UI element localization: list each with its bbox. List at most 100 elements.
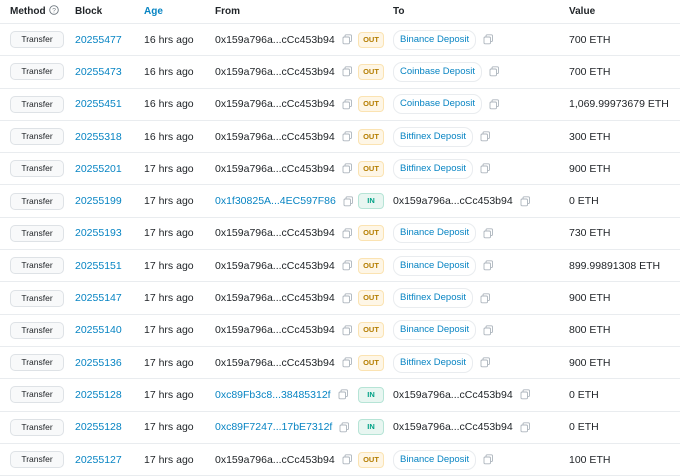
direction-cell: OUT xyxy=(358,444,384,475)
copy-icon[interactable] xyxy=(483,260,494,271)
info-icon[interactable]: ? xyxy=(48,5,59,18)
block-cell: 20255193 xyxy=(75,218,122,249)
copy-icon[interactable] xyxy=(342,260,353,271)
from-cell: 0x159a796a...cCc453b94 xyxy=(215,347,353,378)
copy-icon[interactable] xyxy=(520,389,531,400)
block-link[interactable]: 20255127 xyxy=(75,454,122,466)
method-badge: Transfer xyxy=(10,95,64,113)
copy-icon[interactable] xyxy=(342,66,353,77)
copy-icon[interactable] xyxy=(343,195,354,207)
to-tag[interactable]: Binance Deposit xyxy=(393,320,477,341)
age-text: 17 hrs ago xyxy=(144,388,194,401)
to-tag[interactable]: Coinbase Deposit xyxy=(393,94,482,115)
to-tag[interactable]: Binance Deposit xyxy=(393,255,477,276)
to-tag[interactable]: Binance Deposit xyxy=(393,223,477,244)
block-link[interactable]: 20255199 xyxy=(75,195,122,207)
block-link[interactable]: 20255128 xyxy=(75,389,122,401)
block-link[interactable]: 20255193 xyxy=(75,227,122,239)
value-text: 1,069.99973679 ETH xyxy=(569,98,669,111)
copy-icon[interactable] xyxy=(483,325,494,336)
copy-icon[interactable] xyxy=(342,325,353,336)
copy-icon[interactable] xyxy=(489,66,500,77)
block-link[interactable]: 20255201 xyxy=(75,163,122,175)
to-tag[interactable]: Bitfinex Deposit xyxy=(393,158,474,179)
copy-icon[interactable] xyxy=(480,163,491,174)
block-link[interactable]: 20255451 xyxy=(75,98,122,110)
to-tag[interactable]: Bitfinex Deposit xyxy=(393,288,474,309)
from-address[interactable]: 0x1f30825A...4EC597F86 xyxy=(215,195,336,207)
method-badge: Transfer xyxy=(10,63,64,81)
to-tag[interactable]: Bitfinex Deposit xyxy=(393,126,474,147)
direction-badge: OUT xyxy=(358,160,384,177)
header-from-label: From xyxy=(215,6,240,17)
table-row: Transfer 20255473 16 hrs ago 0x159a796a.… xyxy=(0,56,680,89)
value-text: 900 ETH xyxy=(569,292,611,305)
from-cell: 0x159a796a...cCc453b94 xyxy=(215,315,353,346)
age-cell: 17 hrs ago xyxy=(144,315,194,346)
value-cell: 900 ETH xyxy=(569,153,610,184)
copy-icon[interactable] xyxy=(342,163,353,174)
from-address: 0x159a796a...cCc453b94 xyxy=(215,453,335,466)
value-cell: 900 ETH xyxy=(569,347,610,378)
direction-cell: OUT xyxy=(358,218,384,249)
header-method: Method ? xyxy=(10,0,59,23)
copy-icon[interactable] xyxy=(480,292,491,304)
to-address: 0x159a796a...cCc453b94 xyxy=(393,195,513,208)
block-link[interactable]: 20255473 xyxy=(75,66,122,78)
age-text: 17 hrs ago xyxy=(144,292,194,305)
table-row: Transfer 20255128 17 hrs ago 0xc89F7247.… xyxy=(0,412,680,444)
table-row: Transfer 20255199 17 hrs ago 0x1f30825A.… xyxy=(0,185,680,218)
method-cell: Transfer xyxy=(10,121,64,152)
direction-badge: IN xyxy=(358,419,384,436)
method-cell: Transfer xyxy=(10,250,64,281)
block-link[interactable]: 20255318 xyxy=(75,131,122,143)
direction-cell: OUT xyxy=(358,282,384,313)
to-tag[interactable]: Coinbase Deposit xyxy=(393,61,482,82)
age-cell: 16 hrs ago xyxy=(144,121,194,152)
copy-icon[interactable] xyxy=(342,131,353,142)
value-text: 0 ETH xyxy=(569,195,599,208)
header-age[interactable]: Age xyxy=(144,0,163,23)
copy-icon[interactable] xyxy=(342,34,353,45)
table-row: Transfer 20255318 16 hrs ago 0x159a796a.… xyxy=(0,121,680,154)
copy-icon[interactable] xyxy=(520,422,531,433)
from-address: 0x159a796a...cCc453b94 xyxy=(215,356,335,369)
from-cell: 0x159a796a...cCc453b94 xyxy=(215,89,353,120)
copy-icon[interactable] xyxy=(339,422,350,433)
block-link[interactable]: 20255128 xyxy=(75,421,122,433)
block-link[interactable]: 20255151 xyxy=(75,260,122,272)
block-link[interactable]: 20255140 xyxy=(75,324,122,336)
copy-icon[interactable] xyxy=(480,131,491,142)
copy-icon[interactable] xyxy=(338,389,349,400)
from-address[interactable]: 0xc89F7247...17bE7312f xyxy=(215,421,332,433)
block-link[interactable]: 20255477 xyxy=(75,34,122,46)
age-cell: 17 hrs ago xyxy=(144,444,194,475)
copy-icon[interactable] xyxy=(342,292,353,304)
copy-icon[interactable] xyxy=(480,357,491,368)
copy-icon[interactable] xyxy=(342,99,353,110)
to-tag[interactable]: Binance Deposit xyxy=(393,449,477,470)
from-address[interactable]: 0xc89Fb3c8...38485312f xyxy=(215,389,331,401)
copy-icon[interactable] xyxy=(342,228,353,239)
copy-icon[interactable] xyxy=(483,34,494,45)
copy-icon[interactable] xyxy=(489,99,500,110)
block-link[interactable]: 20255147 xyxy=(75,292,122,304)
copy-icon[interactable] xyxy=(520,195,531,207)
header-block: Block xyxy=(75,0,102,23)
value-text: 730 ETH xyxy=(569,227,611,240)
to-cell: Bitfinex Deposit xyxy=(393,153,491,184)
method-badge: Transfer xyxy=(10,128,64,146)
table-header: Method ? Block Age From To Value xyxy=(0,0,680,24)
copy-icon[interactable] xyxy=(483,228,494,239)
copy-icon[interactable] xyxy=(342,454,353,465)
method-cell: Transfer xyxy=(10,347,64,378)
to-tag[interactable]: Binance Deposit xyxy=(393,29,477,50)
table-body: Transfer 20255477 16 hrs ago 0x159a796a.… xyxy=(0,24,680,476)
copy-icon[interactable] xyxy=(342,357,353,368)
copy-icon[interactable] xyxy=(483,454,494,465)
block-link[interactable]: 20255136 xyxy=(75,357,122,369)
block-cell: 20255201 xyxy=(75,153,122,184)
header-age-label[interactable]: Age xyxy=(144,6,163,17)
block-cell: 20255318 xyxy=(75,121,122,152)
to-tag[interactable]: Bitfinex Deposit xyxy=(393,352,474,373)
